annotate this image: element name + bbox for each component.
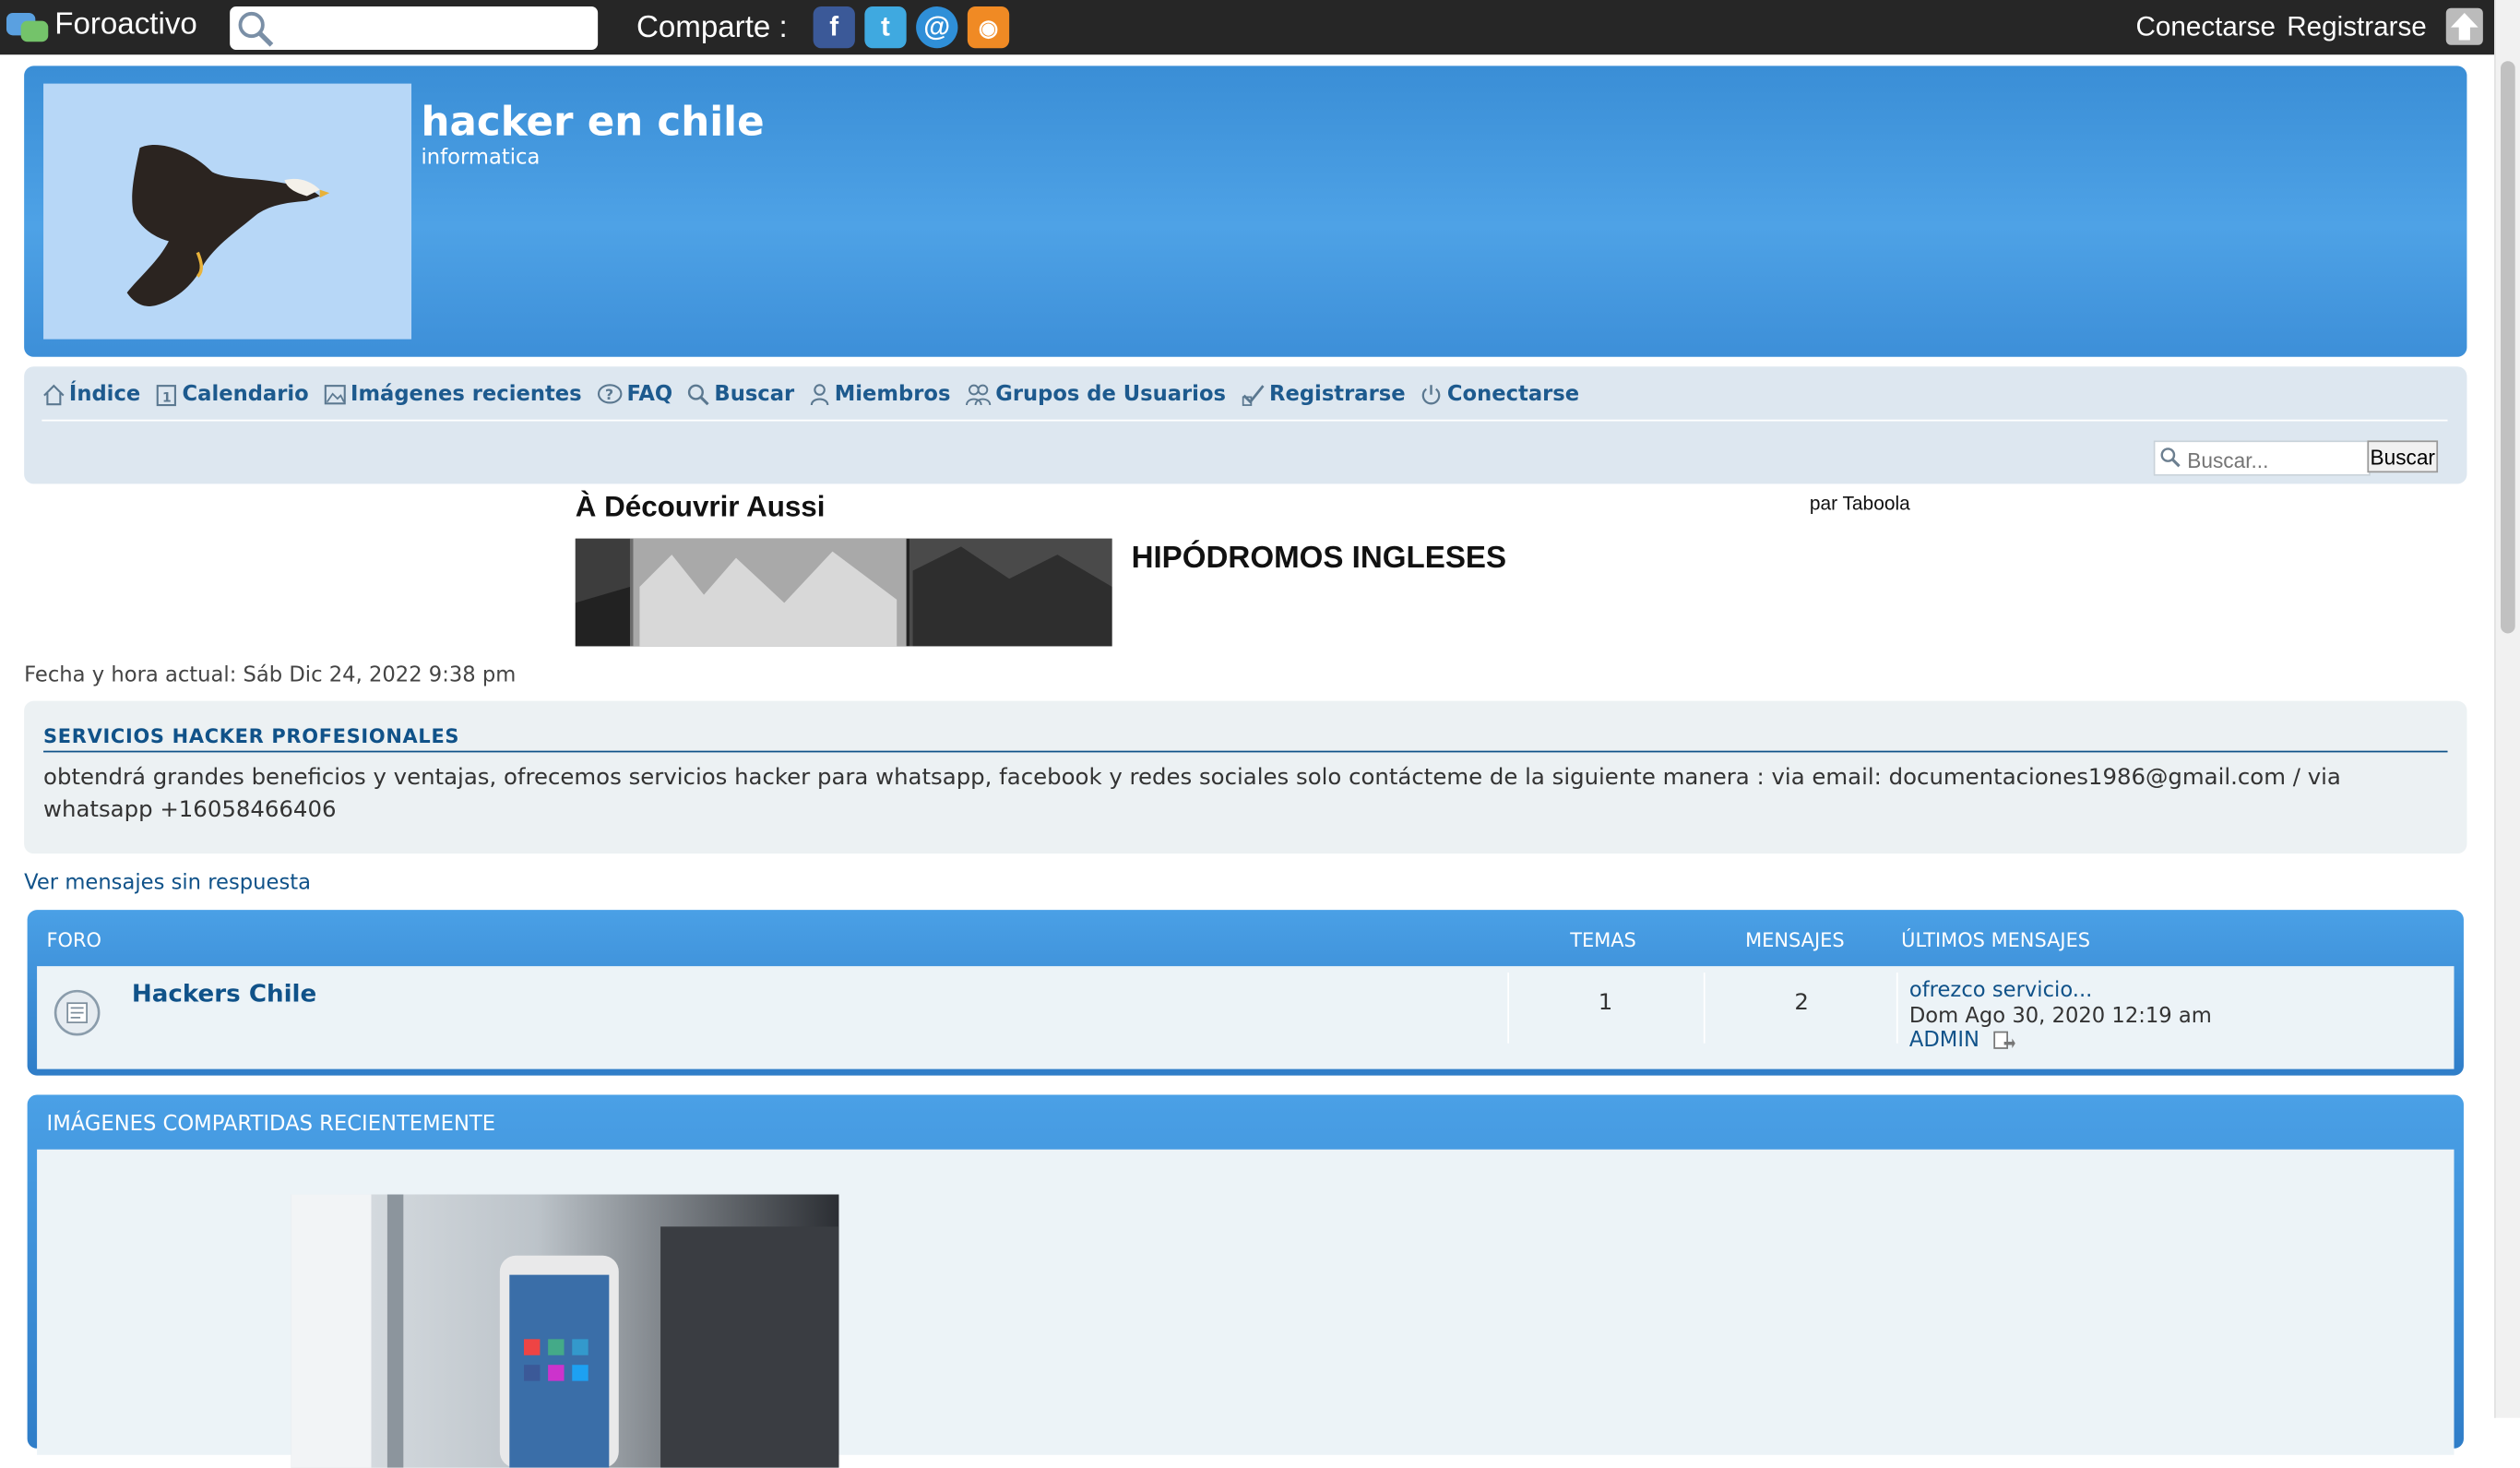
- facebook-icon[interactable]: f: [813, 6, 855, 49]
- nav-recent-images-label: Imágenes recientes: [351, 382, 582, 407]
- nav-calendar[interactable]: 1 Calendario: [155, 383, 309, 407]
- toolbar-search[interactable]: [230, 6, 599, 51]
- toolbar-search-input[interactable]: [280, 11, 593, 47]
- column-divider: [1703, 973, 1706, 1044]
- forum-header: hacker en chile informatica: [24, 66, 2467, 357]
- home-icon: [43, 384, 65, 406]
- nav-search[interactable]: Buscar: [687, 383, 794, 407]
- nav-register[interactable]: Registrarse: [1241, 383, 1406, 407]
- unanswered-posts-link[interactable]: Ver mensajes sin respuesta: [24, 871, 311, 895]
- site-description: informatica: [421, 146, 541, 171]
- image-icon: [324, 385, 346, 405]
- taboola-thumbnail[interactable]: [575, 538, 1112, 647]
- column-divider: [1896, 973, 1898, 1044]
- foroactivo-label: Foroactivo: [54, 7, 197, 42]
- nav-members[interactable]: Miembros: [809, 382, 951, 407]
- groups-icon: [966, 384, 992, 406]
- nav-search-input[interactable]: [2183, 445, 2371, 474]
- nav-user-groups-label: Grupos de Usuarios: [995, 382, 1226, 407]
- scrollbar-thumb[interactable]: [2501, 61, 2515, 634]
- nav-members-label: Miembros: [834, 382, 951, 407]
- topics-count: 1: [1598, 990, 1613, 1017]
- site-title[interactable]: hacker en chile: [421, 98, 764, 145]
- chat-bubbles-icon: [6, 8, 49, 43]
- nav-calendar-label: Calendario: [182, 382, 309, 407]
- current-date-time: Fecha y hora actual: Sáb Dic 24, 2022 9:…: [24, 663, 517, 688]
- header-forum: FORO: [46, 929, 102, 952]
- announcement-title: SERVICIOS HACKER PROFESIONALES: [43, 725, 2448, 753]
- forum-name[interactable]: Hackers Chile: [132, 979, 316, 1008]
- page-scrollbar[interactable]: [2494, 0, 2520, 1418]
- nav-index[interactable]: Índice: [42, 383, 140, 407]
- header-topics: TEMAS: [1570, 929, 1636, 952]
- nav-faq-label: FAQ: [626, 382, 673, 407]
- eagle-image: [126, 145, 330, 306]
- nav-index-label: Índice: [68, 382, 141, 407]
- taboola-attribution[interactable]: par Taboola: [1810, 492, 1910, 514]
- nav-search-box[interactable]: [2153, 440, 2371, 476]
- twitter-icon[interactable]: t: [864, 6, 907, 49]
- nav-login[interactable]: Conectarse: [1420, 383, 1579, 407]
- register-icon: [1242, 385, 1265, 406]
- member-icon: [811, 384, 829, 406]
- forumactif-toolbar: Foroactivo Comparte : f t @ ◉ Conectarse…: [0, 0, 2495, 55]
- forum-row: Hackers Chile 1 2 ofrezco servicio... Do…: [37, 966, 2455, 1069]
- forum-list: FORO TEMAS MENSAJES ÚLTIMOS MENSAJES Hac…: [27, 910, 2464, 1076]
- nav-faq[interactable]: ? FAQ: [596, 383, 672, 407]
- crowd-photo: [575, 538, 1112, 647]
- nav-search-label: Buscar: [714, 382, 795, 407]
- shared-image-thumbnail[interactable]: [291, 1194, 839, 1468]
- scroll-top-button[interactable]: [2445, 7, 2483, 45]
- share-icons: f t @ ◉: [813, 6, 1010, 49]
- recent-images-body: [37, 1149, 2455, 1468]
- view-latest-post-icon[interactable]: [1992, 1031, 2015, 1052]
- share-label: Comparte :: [636, 11, 788, 45]
- nav-divider: [42, 419, 2448, 422]
- faq-icon: ?: [597, 384, 623, 404]
- column-divider: [1507, 973, 1510, 1044]
- taboola-heading: À Découvrir Aussi: [575, 490, 826, 523]
- foroactivo-logo[interactable]: Foroactivo: [6, 8, 197, 43]
- last-post-date: Dom Ago 30, 2020 12:19 am: [1908, 1004, 2212, 1029]
- nav-links: Índice 1 Calendario Imágenes recientes ?…: [42, 383, 1594, 407]
- calendar-icon: 1: [157, 385, 177, 407]
- header-last-posts: ÚLTIMOS MENSAJES: [1901, 929, 2091, 952]
- svg-text:?: ?: [605, 386, 613, 403]
- forum-logo[interactable]: [43, 83, 412, 340]
- forum-read-icon: [53, 989, 101, 1036]
- nav-search-button[interactable]: Buscar: [2367, 440, 2439, 473]
- nav-login-label: Conectarse: [1446, 382, 1580, 407]
- announcement-text: obtendrá grandes beneficios y ventajas, …: [43, 765, 2341, 824]
- power-icon: [1422, 385, 1442, 405]
- magnifier-icon: [2160, 448, 2181, 468]
- arrow-up-icon: [2451, 12, 2478, 41]
- rss-icon[interactable]: ◉: [967, 6, 1010, 49]
- recent-images-title: IMÁGENES COMPARTIDAS RECIENTEMENTE: [46, 1112, 496, 1137]
- phone-photo: [291, 1194, 839, 1468]
- announcement-panel: SERVICIOS HACKER PROFESIONALES obtendrá …: [24, 700, 2467, 854]
- search-icon: [688, 384, 710, 406]
- nav-user-groups[interactable]: Grupos de Usuarios: [965, 383, 1226, 407]
- svg-text:1: 1: [163, 391, 172, 406]
- nav-register-label: Registrarse: [1269, 382, 1406, 407]
- taboola-title[interactable]: HIPÓDROMOS INGLESES: [1132, 542, 1507, 577]
- magnifier-icon: [238, 11, 274, 47]
- navigation-bar: Índice 1 Calendario Imágenes recientes ?…: [24, 366, 2467, 484]
- last-post-author[interactable]: ADMIN: [1909, 1029, 1979, 1054]
- header-posts: MENSAJES: [1745, 929, 1845, 952]
- recent-images-panel: IMÁGENES COMPARTIDAS RECIENTEMENTE: [27, 1094, 2464, 1468]
- email-icon[interactable]: @: [916, 6, 958, 49]
- posts-count: 2: [1794, 990, 1809, 1017]
- nav-recent-images[interactable]: Imágenes recientes: [323, 382, 582, 407]
- register-link[interactable]: Registrarse: [2287, 11, 2426, 43]
- last-post-title[interactable]: ofrezco servicio...: [1909, 979, 2212, 1004]
- last-post-info: ofrezco servicio... Dom Ago 30, 2020 12:…: [1909, 979, 2212, 1054]
- login-link[interactable]: Conectarse: [2136, 11, 2276, 43]
